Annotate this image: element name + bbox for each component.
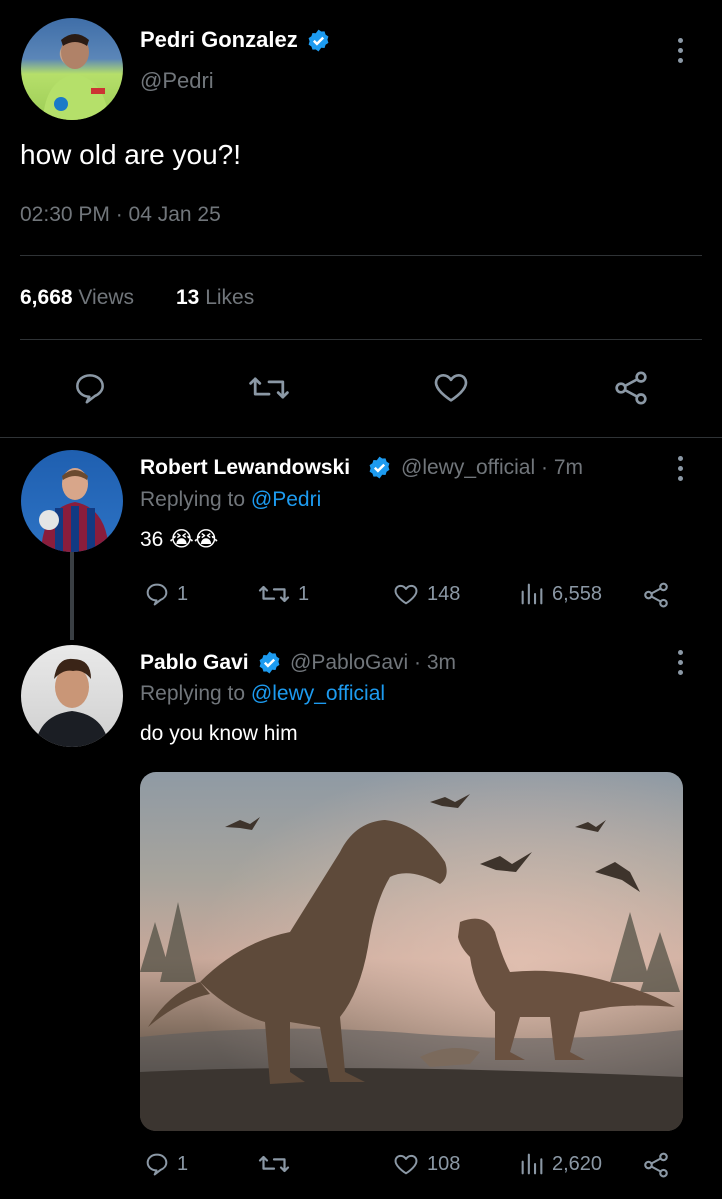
attached-dinosaur-image[interactable] <box>140 772 683 1131</box>
reply1-views-button[interactable]: 6,558 <box>518 580 602 608</box>
replying-to-link[interactable]: @lewy_official <box>251 682 385 705</box>
views-icon <box>521 1153 543 1175</box>
like-icon <box>394 1154 418 1175</box>
lewandowski-avatar[interactable] <box>21 450 123 552</box>
main-handle[interactable]: @Pedri <box>140 68 214 94</box>
reply-count: 1 <box>177 582 189 605</box>
like-count: 148 <box>427 582 461 605</box>
more-options-icon[interactable] <box>676 650 684 675</box>
pedri-avatar[interactable] <box>21 18 123 120</box>
main-author-name[interactable]: Pedri Gonzalez <box>140 27 298 53</box>
reply1-replying-to: Replying to @Pedri <box>140 488 321 512</box>
views-stat[interactable]: 6,668 Views <box>20 286 134 310</box>
reply-icon[interactable] <box>71 369 109 407</box>
like-icon <box>394 584 418 605</box>
views-label: Views <box>78 286 135 309</box>
reply2-handle-time[interactable]: @PabloGavi · 3m <box>290 651 456 675</box>
reply2-reply-button[interactable]: 1 <box>143 1150 188 1178</box>
divider <box>20 339 702 340</box>
share-icon[interactable] <box>610 368 652 408</box>
verified-badge-icon <box>367 455 392 485</box>
main-timestamp: 02:30 PM · 04 Jan 25 <box>20 203 221 226</box>
main-tweet-text: how old are you?! <box>20 139 242 170</box>
likes-label: Likes <box>205 286 255 309</box>
reply2-retweet-button[interactable] <box>256 1150 292 1178</box>
replying-prefix: Replying to <box>140 682 246 705</box>
retweet-count: 1 <box>298 582 310 605</box>
reply1-text: 36 😭😭 <box>140 528 219 551</box>
views-count: 6,668 <box>20 286 73 309</box>
views-icon <box>521 583 543 605</box>
more-options-icon[interactable] <box>676 38 684 63</box>
reply2-like-button[interactable]: 108 <box>391 1150 460 1178</box>
reply2-author-name[interactable]: Pablo Gavi <box>140 651 249 675</box>
more-options-icon[interactable] <box>676 456 684 481</box>
reply1-retweet-button[interactable]: 1 <box>256 580 309 608</box>
reply1-reply-button[interactable]: 1 <box>143 580 188 608</box>
gavi-avatar[interactable] <box>21 645 123 747</box>
reply2-views-button[interactable]: 2,620 <box>518 1150 602 1178</box>
views-count: 2,620 <box>552 1152 603 1175</box>
likes-stat[interactable]: 13 Likes <box>176 286 254 310</box>
retweet-icon <box>258 1155 290 1173</box>
replying-prefix: Replying to <box>140 488 246 511</box>
verified-badge-icon <box>306 28 331 58</box>
like-icon[interactable] <box>430 367 472 407</box>
divider <box>20 255 702 256</box>
reply2-replying-to: Replying to @lewy_official <box>140 682 385 706</box>
reply1-like-button[interactable]: 148 <box>391 580 460 608</box>
reply1-handle-time[interactable]: @lewy_official · 7m <box>401 456 583 480</box>
reply1-author-name[interactable]: Robert Lewandowski <box>140 456 350 480</box>
divider <box>0 437 722 438</box>
reply-count: 1 <box>177 1152 189 1175</box>
share-icon[interactable] <box>640 1150 672 1180</box>
reply-icon <box>146 1153 168 1176</box>
likes-count: 13 <box>176 286 200 309</box>
share-icon[interactable] <box>640 580 672 610</box>
like-count: 108 <box>427 1152 461 1175</box>
reply-icon <box>146 583 168 606</box>
reply2-text: do you know him <box>140 722 298 745</box>
retweet-icon <box>258 585 290 603</box>
views-count: 6,558 <box>552 582 603 605</box>
thread-line <box>70 552 74 640</box>
replying-to-link[interactable]: @Pedri <box>251 488 321 511</box>
verified-badge-icon <box>257 650 282 680</box>
retweet-icon[interactable] <box>246 369 292 407</box>
